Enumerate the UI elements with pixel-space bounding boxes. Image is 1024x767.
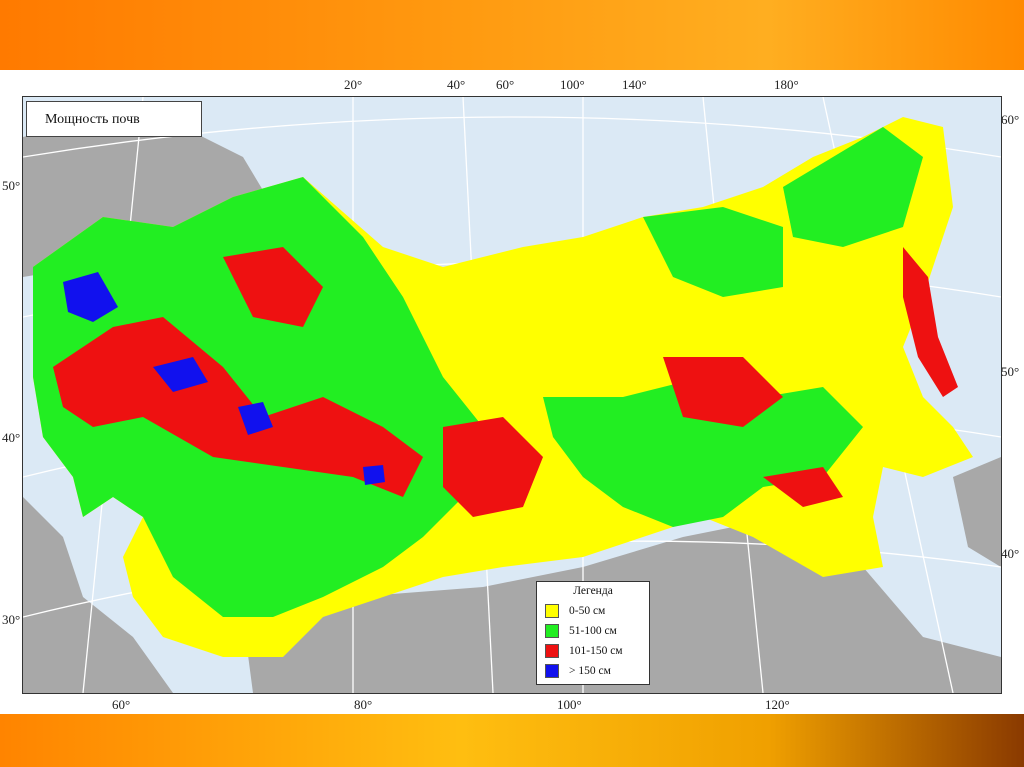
bottom-decor-band — [0, 714, 1024, 767]
legend-swatch — [545, 644, 559, 658]
top-longitude-label: 20° — [344, 77, 363, 92]
legend-swatch — [545, 604, 559, 618]
bottom-longitude-label: 80° — [354, 697, 373, 712]
legend-swatch — [545, 664, 559, 678]
legend-label: > 150 см — [569, 665, 611, 677]
right-latitude-label: 60° — [1001, 112, 1020, 127]
legend-label: 51-100 см — [569, 625, 617, 637]
bottom-longitude-label: 100° — [557, 697, 582, 712]
top-longitude-label: 40° — [447, 77, 466, 92]
left-latitude-label: 30° — [2, 612, 21, 627]
top-longitude-label: 60° — [496, 77, 515, 92]
right-latitude-label: 50° — [1001, 364, 1020, 379]
map-legend: Легенда 0-50 см 51-100 см 101-150 см > 1… — [536, 581, 650, 685]
top-longitude-label: 140° — [622, 77, 647, 92]
legend-item: 51-100 см — [537, 621, 649, 641]
legend-title: Легенда — [573, 585, 613, 597]
legend-label: 0-50 см — [569, 605, 606, 617]
legend-item: 0-50 см — [537, 601, 649, 621]
right-latitude-label: 40° — [1001, 546, 1020, 561]
map-title: Мощность почв — [26, 101, 202, 137]
top-longitude-label: 180° — [774, 77, 799, 92]
legend-label: 101-150 см — [569, 645, 623, 657]
top-longitude-label: 100° — [560, 77, 585, 92]
left-latitude-label: 40° — [2, 430, 21, 445]
soil-thickness-map — [22, 96, 1002, 694]
top-decor-band — [0, 0, 1024, 70]
bottom-longitude-label: 120° — [765, 697, 790, 712]
map-canvas — [23, 97, 1001, 693]
legend-swatch — [545, 624, 559, 638]
left-latitude-label: 50° — [2, 178, 21, 193]
legend-item: > 150 см — [537, 661, 649, 681]
bottom-longitude-label: 60° — [112, 697, 131, 712]
legend-item: 101-150 см — [537, 641, 649, 661]
